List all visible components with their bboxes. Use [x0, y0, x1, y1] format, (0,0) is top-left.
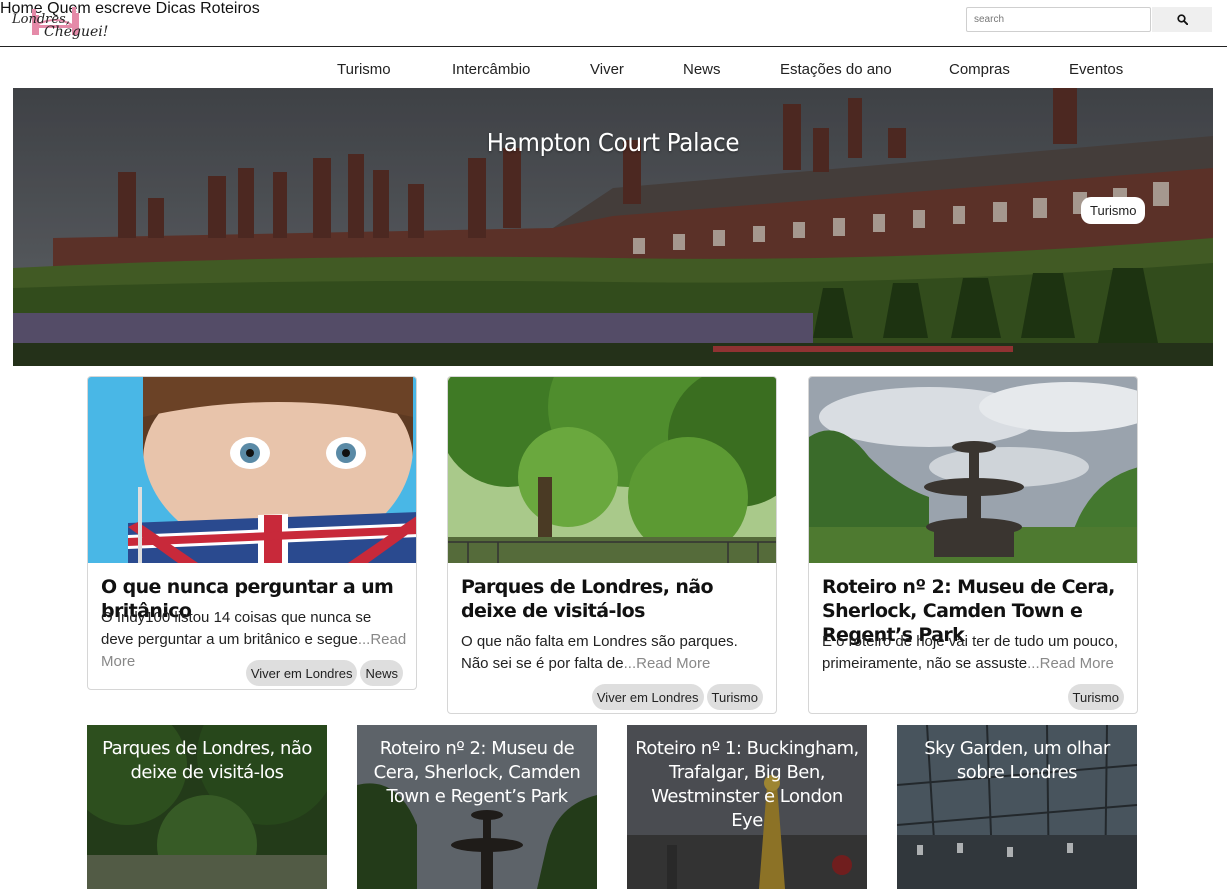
post-tags: Viver em Londres Turismo	[591, 684, 763, 710]
tag-turismo[interactable]: Turismo	[706, 684, 763, 710]
post-title[interactable]: Parques de Londres, não deixe de visitá-…	[461, 575, 767, 623]
tile-title[interactable]: Parques de Londres, não deixe de visitá-…	[87, 737, 327, 785]
featured-tile[interactable]: Roteiro nº 1: Buckingham, Trafalgar, Big…	[627, 725, 867, 889]
post-tags: Viver em Londres News	[245, 660, 403, 686]
post-tags: Turismo	[1067, 684, 1124, 710]
post-card[interactable]: O que nunca perguntar a um britânico O I…	[87, 376, 417, 690]
svg-text:Cheguei!: Cheguei!	[44, 24, 108, 40]
site-logo[interactable]: Londres, Cheguei!	[10, 3, 112, 43]
hero-banner[interactable]: Hampton Court Palace Turismo	[13, 88, 1213, 366]
cat-eventos[interactable]: Eventos	[1069, 61, 1123, 78]
tag-turismo[interactable]: Turismo	[1067, 684, 1124, 710]
cat-estacoes-do-ano[interactable]: Estações do ano	[780, 61, 892, 78]
nav-dicas[interactable]: Dicas	[156, 0, 196, 17]
post-excerpt: E o roteiro de hoje vai ter de tudo um p…	[822, 631, 1128, 675]
post-card[interactable]: Roteiro nº 2: Museu de Cera, Sherlock, C…	[808, 376, 1138, 714]
cat-compras[interactable]: Compras	[949, 61, 1010, 78]
featured-tile[interactable]: Parques de Londres, não deixe de visitá-…	[87, 725, 327, 889]
post-thumbnail[interactable]	[809, 377, 1137, 563]
read-more-link[interactable]: ...Read More	[624, 655, 711, 672]
tile-title[interactable]: Roteiro nº 2: Museu de Cera, Sherlock, C…	[357, 737, 597, 809]
tag-news[interactable]: News	[360, 660, 403, 686]
search-icon	[1176, 14, 1188, 25]
woman-flag-image	[88, 377, 416, 563]
cat-turismo[interactable]: Turismo	[337, 61, 391, 78]
fountain-image	[809, 377, 1137, 563]
post-card[interactable]: Parques de Londres, não deixe de visitá-…	[447, 376, 777, 714]
featured-tile[interactable]: Roteiro nº 2: Museu de Cera, Sherlock, C…	[357, 725, 597, 889]
tag-viver-em-londres[interactable]: Viver em Londres	[591, 684, 704, 710]
hero-tag-turismo[interactable]: Turismo	[1081, 197, 1146, 224]
park-tree-image	[448, 377, 776, 563]
tag-viver-em-londres[interactable]: Viver em Londres	[245, 660, 358, 686]
search-input[interactable]	[966, 7, 1151, 32]
nav-roteiros[interactable]: Roteiros	[200, 0, 260, 17]
tile-title[interactable]: Roteiro nº 1: Buckingham, Trafalgar, Big…	[627, 737, 867, 833]
cat-viver[interactable]: Viver	[590, 61, 624, 78]
post-thumbnail[interactable]	[448, 377, 776, 563]
post-excerpt: O que não falta em Londres são parques. …	[461, 631, 767, 675]
hero-title[interactable]: Hampton Court Palace	[61, 128, 1165, 157]
featured-tile[interactable]: Sky Garden, um olhar sobre Londres	[897, 725, 1137, 889]
cat-news[interactable]: News	[683, 61, 721, 78]
post-thumbnail[interactable]	[88, 377, 416, 563]
read-more-link[interactable]: ...Read More	[1027, 655, 1114, 672]
top-header: Londres, Cheguei! Home Quem escreve Dica…	[0, 0, 1227, 47]
post-excerpt-text: O Indy100 listou 14 coisas que nunca se …	[101, 609, 372, 648]
cat-intercambio[interactable]: Intercâmbio	[452, 61, 530, 78]
search-button[interactable]	[1152, 7, 1212, 32]
tile-title[interactable]: Sky Garden, um olhar sobre Londres	[897, 737, 1137, 785]
